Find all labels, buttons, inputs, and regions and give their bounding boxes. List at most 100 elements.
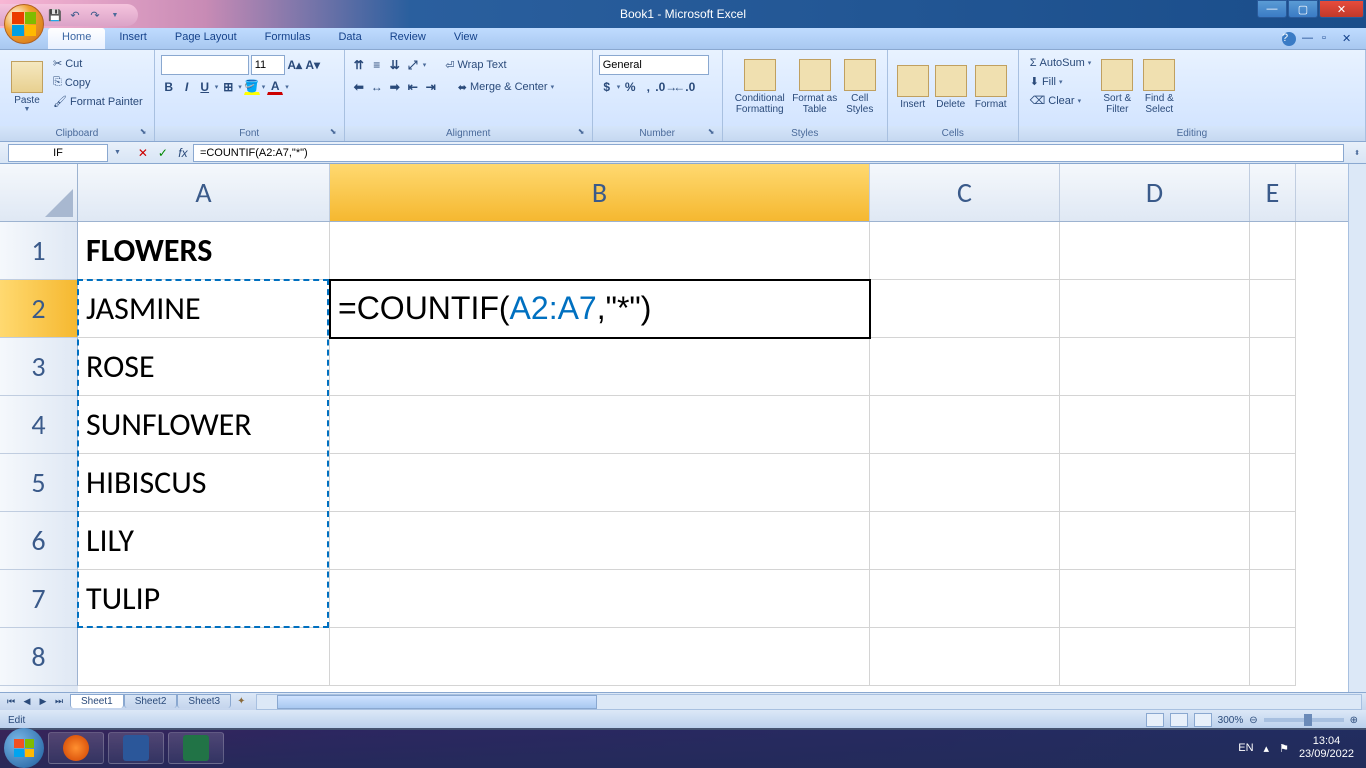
cell-b8[interactable] xyxy=(330,628,870,686)
format-button[interactable]: Format xyxy=(970,54,1012,120)
cell-a6[interactable]: LILY xyxy=(78,512,330,570)
task-firefox[interactable] xyxy=(48,732,104,764)
col-header-b[interactable]: B xyxy=(330,164,870,221)
tab-insert[interactable]: Insert xyxy=(105,28,161,49)
font-color-icon[interactable]: A xyxy=(267,79,283,95)
cell-b7[interactable] xyxy=(330,570,870,628)
enter-icon[interactable]: ✓ xyxy=(153,144,173,162)
undo-icon[interactable]: ↶ xyxy=(66,6,84,24)
cell-c6[interactable] xyxy=(870,512,1060,570)
font-size-select[interactable] xyxy=(251,55,285,75)
inc-decimal-icon[interactable]: .0→ xyxy=(658,79,674,95)
col-header-d[interactable]: D xyxy=(1060,164,1250,221)
office-button[interactable] xyxy=(4,4,44,44)
horizontal-scrollbar[interactable] xyxy=(256,694,1363,710)
cell-d5[interactable] xyxy=(1060,454,1250,512)
sheet-first-icon[interactable]: ⏮ xyxy=(4,695,18,709)
align-top-icon[interactable]: ⇈ xyxy=(351,57,367,73)
row-header-8[interactable]: 8 xyxy=(0,628,78,686)
cell-c7[interactable] xyxy=(870,570,1060,628)
format-painter-button[interactable]: 🖌Format Painter xyxy=(48,92,148,111)
fill-button[interactable]: ⬇Fill▾ xyxy=(1025,72,1097,91)
cell-a1[interactable]: FLOWERS xyxy=(78,222,330,280)
col-header-a[interactable]: A xyxy=(78,164,330,221)
sort-filter-button[interactable]: Sort & Filter xyxy=(1096,54,1138,120)
paste-button[interactable]: Paste▼ xyxy=(6,54,48,120)
cell-c8[interactable] xyxy=(870,628,1060,686)
cell-c2[interactable] xyxy=(870,280,1060,338)
insert-button[interactable]: Insert xyxy=(894,54,932,120)
tab-formulas[interactable]: Formulas xyxy=(251,28,325,49)
bold-button[interactable]: B xyxy=(161,79,177,95)
zoom-slider[interactable] xyxy=(1264,718,1344,722)
task-word[interactable] xyxy=(108,732,164,764)
tray-clock[interactable]: 13:04 23/09/2022 xyxy=(1299,735,1354,761)
cell-c3[interactable] xyxy=(870,338,1060,396)
cell-b6[interactable] xyxy=(330,512,870,570)
page-break-view-icon[interactable] xyxy=(1194,713,1212,727)
cell-d2[interactable] xyxy=(1060,280,1250,338)
sheet-tab-3[interactable]: Sheet3 xyxy=(177,694,231,708)
grow-font-icon[interactable]: A▴ xyxy=(287,57,303,73)
tab-view[interactable]: View xyxy=(440,28,492,49)
cell-e3[interactable] xyxy=(1250,338,1296,396)
number-format-select[interactable] xyxy=(599,55,709,75)
new-sheet-icon[interactable]: ✦ xyxy=(231,696,251,707)
sheet-next-icon[interactable]: ▶ xyxy=(36,695,50,709)
normal-view-icon[interactable] xyxy=(1146,713,1164,727)
row-header-1[interactable]: 1 xyxy=(0,222,78,280)
formula-input[interactable] xyxy=(193,144,1344,162)
cut-button[interactable]: ✂Cut xyxy=(48,54,148,73)
underline-button[interactable]: U xyxy=(197,79,213,95)
cell-e2[interactable] xyxy=(1250,280,1296,338)
maximize-button[interactable]: ▢ xyxy=(1288,0,1318,18)
save-icon[interactable]: 💾 xyxy=(46,6,64,24)
comma-icon[interactable]: , xyxy=(640,79,656,95)
minimize-button[interactable]: — xyxy=(1257,0,1287,18)
cell-e6[interactable] xyxy=(1250,512,1296,570)
autosum-button[interactable]: ΣAutoSum▾ xyxy=(1025,54,1097,72)
cell-e8[interactable] xyxy=(1250,628,1296,686)
zoom-in-icon[interactable]: ⊕ xyxy=(1350,715,1358,726)
italic-button[interactable]: I xyxy=(179,79,195,95)
sheet-tab-1[interactable]: Sheet1 xyxy=(70,694,124,708)
cell-e1[interactable] xyxy=(1250,222,1296,280)
ribbon-minimize-icon[interactable]: — xyxy=(1302,32,1316,46)
cell-d3[interactable] xyxy=(1060,338,1250,396)
sheet-last-icon[interactable]: ⏭ xyxy=(52,695,66,709)
sheet-prev-icon[interactable]: ◀ xyxy=(20,695,34,709)
cell-b5[interactable] xyxy=(330,454,870,512)
help-icon[interactable]: ? xyxy=(1282,32,1296,46)
cancel-icon[interactable]: ✕ xyxy=(133,144,153,162)
align-right-icon[interactable]: ➡ xyxy=(387,79,403,95)
delete-button[interactable]: Delete xyxy=(932,54,970,120)
cell-e4[interactable] xyxy=(1250,396,1296,454)
cell-d6[interactable] xyxy=(1060,512,1250,570)
ribbon-close-icon[interactable]: ✕ xyxy=(1342,32,1356,46)
font-name-select[interactable] xyxy=(161,55,249,75)
shrink-font-icon[interactable]: A▾ xyxy=(305,57,321,73)
wrap-text-button[interactable]: ⏎Wrap Text xyxy=(440,56,511,75)
cells-area[interactable]: FLOWERS JASMINE =COUNTIF(A2:A7,"*") ROSE xyxy=(78,222,1366,692)
merge-center-button[interactable]: ⬌Merge & Center▾ xyxy=(453,78,559,97)
cell-a8[interactable] xyxy=(78,628,330,686)
redo-icon[interactable]: ↷ xyxy=(86,6,104,24)
ribbon-restore-icon[interactable]: ▫ xyxy=(1322,32,1336,46)
find-select-button[interactable]: Find & Select xyxy=(1138,54,1180,120)
cell-a5[interactable]: HIBISCUS xyxy=(78,454,330,512)
row-header-3[interactable]: 3 xyxy=(0,338,78,396)
tray-chevron-icon[interactable]: ▴ xyxy=(1264,742,1270,755)
tray-lang[interactable]: EN xyxy=(1238,742,1253,754)
row-header-7[interactable]: 7 xyxy=(0,570,78,628)
dec-decimal-icon[interactable]: ←.0 xyxy=(676,79,692,95)
clipboard-launcher-icon[interactable]: ⬊ xyxy=(140,127,152,139)
align-middle-icon[interactable]: ≡ xyxy=(369,57,385,73)
fx-icon[interactable]: fx xyxy=(173,144,193,162)
indent-inc-icon[interactable]: ⇥ xyxy=(423,79,439,95)
start-button[interactable] xyxy=(4,728,44,768)
cell-c5[interactable] xyxy=(870,454,1060,512)
col-header-e[interactable]: E xyxy=(1250,164,1296,221)
cell-d1[interactable] xyxy=(1060,222,1250,280)
task-excel[interactable] xyxy=(168,732,224,764)
cell-e5[interactable] xyxy=(1250,454,1296,512)
